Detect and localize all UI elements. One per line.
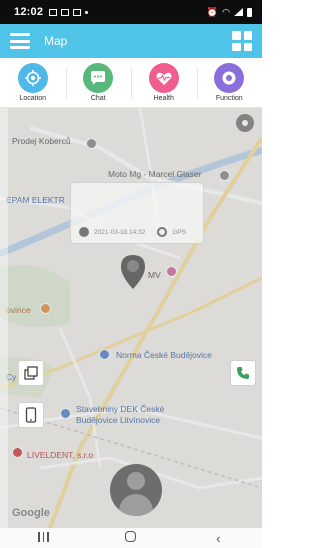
- map-view[interactable]: Prodej Koberců Moto Mg - Marcel Glaser E…: [0, 108, 262, 528]
- back-icon: ‹: [216, 530, 221, 546]
- heart-icon: [148, 63, 179, 93]
- layers-icon: [24, 366, 38, 380]
- menu-icon[interactable]: [10, 33, 30, 49]
- location-source: GPS: [172, 228, 187, 236]
- chat-icon: [83, 63, 114, 93]
- map-label-norma: Norma České Budějovice: [116, 350, 212, 360]
- location-button[interactable]: Location: [0, 58, 66, 107]
- video-icon: [73, 8, 82, 16]
- hardware-store-poi-icon[interactable]: [60, 408, 71, 419]
- map-label-prodej: Prodej Koberců: [12, 136, 71, 146]
- chat-button[interactable]: Chat: [65, 58, 132, 107]
- grid-view-icon[interactable]: [232, 31, 252, 51]
- clock-icon: [79, 227, 89, 237]
- map-label-epam: EPAM ELEKTR: [6, 195, 65, 205]
- device-location-marker[interactable]: [120, 254, 146, 290]
- location-time: 2021-03-18 14:32: [94, 228, 146, 236]
- pharmacy-poi-icon[interactable]: [166, 266, 177, 277]
- function-button[interactable]: Function: [196, 58, 263, 107]
- compass-button[interactable]: [236, 114, 254, 132]
- health-button[interactable]: Health: [131, 58, 197, 107]
- function-bar: Location Chat Health Function: [0, 58, 262, 108]
- location-label: Location: [19, 95, 46, 102]
- recents-button[interactable]: [24, 531, 64, 545]
- device-button[interactable]: [18, 402, 44, 428]
- signal-icon: [234, 8, 243, 16]
- battery-icon: [247, 7, 252, 17]
- call-button[interactable]: [230, 360, 256, 386]
- map-label-livedent: LIVELDENT, s.r.o: [27, 450, 94, 460]
- map-label-moto: Moto Mg - Marcel Glaser: [108, 169, 202, 179]
- device-avatar[interactable]: [110, 464, 162, 516]
- recents-icon: [38, 532, 49, 542]
- status-time: 12:02: [14, 6, 44, 18]
- home-button[interactable]: [111, 531, 151, 545]
- google-logo: Google: [12, 507, 50, 519]
- dentist-poi-icon[interactable]: [12, 447, 23, 458]
- map-label-mv: MV: [148, 270, 161, 280]
- gps-icon: [157, 227, 168, 237]
- notification-dot-icon: [85, 10, 89, 14]
- layers-button[interactable]: [18, 360, 44, 386]
- shop-poi-icon[interactable]: [219, 170, 230, 181]
- mail-icon: [61, 8, 70, 16]
- home-icon: [125, 531, 137, 542]
- wifi-icon: ◠: [222, 6, 230, 17]
- function-label: Function: [215, 95, 243, 102]
- restaurant-poi-icon[interactable]: [40, 303, 51, 314]
- health-label: Health: [153, 95, 174, 102]
- map-label-stavebniny-2: Budějovice Litvínovice: [76, 415, 161, 425]
- compass-icon: [242, 120, 248, 126]
- system-nav-bar: ‹: [0, 528, 262, 548]
- supermarket-poi-icon[interactable]: [99, 349, 110, 360]
- alarm-icon: ⏰: [206, 6, 219, 17]
- phone-icon: [25, 407, 37, 423]
- map-label-stavebniny-1: Stavebniny DEK České: [76, 404, 165, 414]
- gallery-icon: [49, 8, 58, 16]
- back-button[interactable]: ‹: [198, 531, 238, 546]
- page-title: Map: [44, 34, 68, 48]
- chat-label: Chat: [90, 95, 106, 102]
- status-bar: 12:02 ⏰ ◠: [0, 0, 262, 24]
- device-info-card[interactable]: 2021-03-18 14:32 GPS: [70, 182, 204, 244]
- map-label-ovince: ovince: [6, 305, 31, 315]
- call-icon: [237, 367, 249, 379]
- store-poi-icon[interactable]: [86, 138, 97, 149]
- app-header: Map: [0, 24, 262, 58]
- location-icon: [17, 63, 48, 93]
- function-icon: [214, 63, 245, 93]
